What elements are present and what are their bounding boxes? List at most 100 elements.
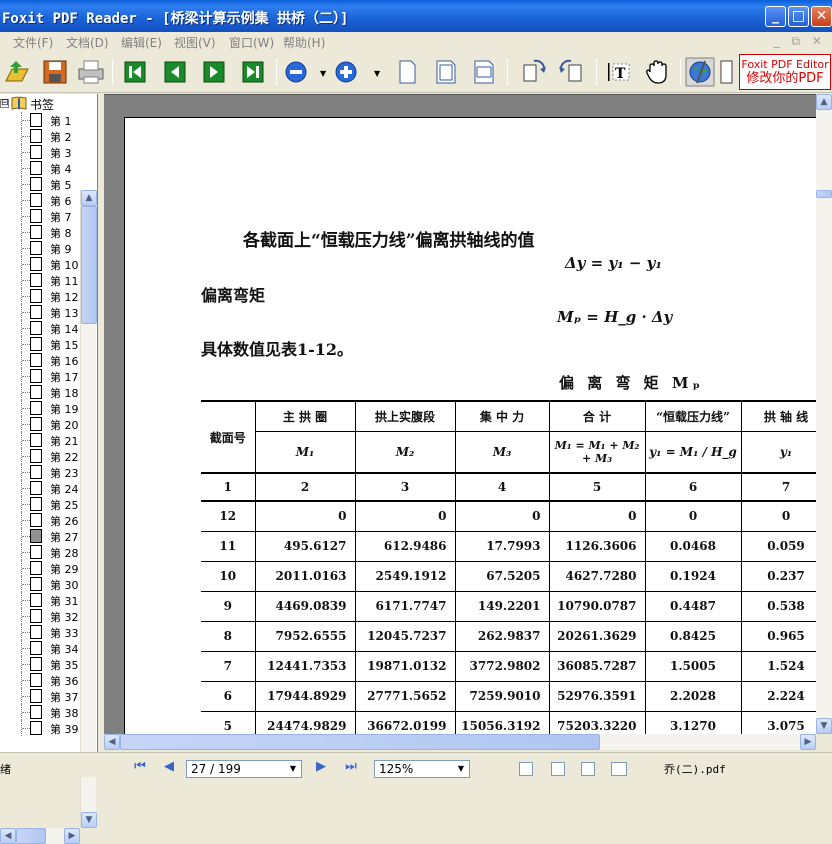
next-page-icon[interactable] <box>199 57 229 87</box>
bookmark-item[interactable]: 第 9 <box>0 240 82 256</box>
next-page-nav-icon[interactable]: ▶ <box>312 759 330 775</box>
continuous-facing-mode-icon[interactable] <box>611 762 627 776</box>
foxit-editor-ad-banner[interactable]: Foxit PDF Editor 修改你的PDF <box>739 54 831 90</box>
bookmark-item[interactable]: 第 10 <box>0 256 82 272</box>
text-select-icon[interactable]: T <box>604 57 634 87</box>
close-button[interactable]: ✕ <box>811 6 832 27</box>
rotate-right-icon[interactable] <box>557 57 587 87</box>
menu-edit[interactable]: 编辑(E) <box>121 34 162 51</box>
zoom-dropdown-icon[interactable]: ▼ <box>454 762 468 776</box>
document-horizontal-scrollbar[interactable]: ◀ ▶ <box>104 734 816 750</box>
scroll-left-icon[interactable]: ◀ <box>0 828 16 844</box>
bookmark-item[interactable]: 第 22 <box>0 448 82 464</box>
print-icon[interactable] <box>76 57 106 87</box>
scroll-down-icon[interactable]: ▼ <box>81 812 97 828</box>
menu-document[interactable]: 文档(D) <box>66 34 109 51</box>
scroll-left-icon[interactable]: ◀ <box>104 734 120 750</box>
bookmark-item[interactable]: 第 3 <box>0 144 82 160</box>
single-page-mode-icon[interactable] <box>519 762 533 776</box>
bookmark-item[interactable]: 第 31 <box>0 592 82 608</box>
bookmark-horizontal-scrollbar[interactable]: ◀ ▶ <box>0 828 80 844</box>
save-icon[interactable] <box>40 57 70 87</box>
bookmark-item[interactable]: 第 15 <box>0 336 82 352</box>
bookmark-item[interactable]: 第 17 <box>0 368 82 384</box>
zoom-out-dropdown-icon[interactable]: ▼ <box>320 69 326 78</box>
last-page-icon[interactable] <box>238 57 268 87</box>
menu-view[interactable]: 视图(V) <box>174 34 216 51</box>
bookmark-item[interactable]: 第 37 <box>0 688 82 704</box>
page-number-field[interactable]: 27 / 199 ▼ <box>186 760 302 778</box>
bookmark-item[interactable]: 第 4 <box>0 160 82 176</box>
document-vertical-scrollbar[interactable]: ▲ ▼ <box>816 94 832 734</box>
bookmark-item[interactable]: 第 26 <box>0 512 82 528</box>
zoom-in-icon[interactable] <box>331 57 361 87</box>
bookmark-item[interactable]: 第 36 <box>0 672 82 688</box>
bookmark-item[interactable]: 第 23 <box>0 464 82 480</box>
scroll-up-icon[interactable]: ▲ <box>816 94 832 110</box>
first-page-nav-icon[interactable]: ⏮ <box>131 759 149 775</box>
bookmark-item[interactable]: 第 39 <box>0 720 82 736</box>
page-dropdown-icon[interactable]: ▼ <box>286 762 300 776</box>
last-page-nav-icon[interactable]: ⏭ <box>342 759 360 775</box>
zoom-out-icon[interactable] <box>281 57 311 87</box>
rotate-left-icon[interactable] <box>518 57 548 87</box>
bookmark-item[interactable]: 第 25 <box>0 496 82 512</box>
menu-window[interactable]: 窗口(W) <box>229 34 274 51</box>
previous-page-icon[interactable] <box>160 57 190 87</box>
bookmark-item[interactable]: 第 21 <box>0 432 82 448</box>
bookmark-item[interactable]: 第 28 <box>0 544 82 560</box>
edit-document-icon[interactable] <box>719 57 733 87</box>
bookmark-item[interactable]: 第 32 <box>0 608 82 624</box>
maximize-button[interactable]: □ <box>788 6 809 27</box>
mdi-controls[interactable]: _ ⧉ ✕ <box>774 34 826 49</box>
zoom-field[interactable]: 125% ▼ <box>374 760 470 778</box>
bookmark-item[interactable]: 第 24 <box>0 480 82 496</box>
hand-tool-icon[interactable] <box>642 57 672 87</box>
scrollbar-thumb[interactable] <box>81 206 97 324</box>
bookmark-item[interactable]: 第 5 <box>0 176 82 192</box>
open-icon[interactable] <box>2 57 32 87</box>
scrollbar-thumb[interactable] <box>816 190 832 198</box>
scroll-up-icon[interactable]: ▲ <box>81 190 97 206</box>
bookmark-item[interactable]: 第 35 <box>0 656 82 672</box>
bookmark-item[interactable]: 第 6 <box>0 192 82 208</box>
scrollbar-thumb[interactable] <box>120 734 600 750</box>
zoom-in-dropdown-icon[interactable]: ▼ <box>374 69 380 78</box>
bookmark-item[interactable]: 第 14 <box>0 320 82 336</box>
minimize-button[interactable]: _ <box>765 6 786 27</box>
bookmark-item[interactable]: 第 11 <box>0 272 82 288</box>
bookmark-item[interactable]: 第 12 <box>0 288 82 304</box>
bookmark-item[interactable]: 第 13 <box>0 304 82 320</box>
bookmark-item[interactable]: 第 34 <box>0 640 82 656</box>
scroll-right-icon[interactable]: ▶ <box>800 734 816 750</box>
actual-size-icon[interactable] <box>392 57 422 87</box>
bookmark-item[interactable]: 第 30 <box>0 576 82 592</box>
fit-page-icon[interactable] <box>431 57 461 87</box>
first-page-icon[interactable] <box>120 57 150 87</box>
fit-width-icon[interactable] <box>469 57 499 87</box>
bookmark-item[interactable]: 第 33 <box>0 624 82 640</box>
bookmark-item[interactable]: 第 19 <box>0 400 82 416</box>
title-bar[interactable]: Foxit PDF Reader - [桥梁计算示例集 拱桥（二）] _ □ ✕ <box>0 0 832 32</box>
scroll-down-icon[interactable]: ▼ <box>816 718 832 734</box>
document-viewport[interactable]: 各截面上“恒载压力线”偏离拱轴线的值 Δy = y₁ − y₁ 偏离弯矩 Mₚ … <box>104 94 816 734</box>
scrollbar-thumb[interactable] <box>16 828 46 844</box>
collapse-icon[interactable]: ⊟ <box>0 99 9 108</box>
bookmark-item[interactable]: 第 20 <box>0 416 82 432</box>
previous-page-nav-icon[interactable]: ◀ <box>160 759 178 775</box>
internet-globe-icon[interactable] <box>685 57 715 87</box>
bookmark-item[interactable]: 第 2 <box>0 128 82 144</box>
bookmark-item[interactable]: 第 16 <box>0 352 82 368</box>
bookmark-item[interactable]: 第 27 <box>0 528 82 544</box>
menu-help[interactable]: 帮助(H) <box>283 34 325 51</box>
bookmark-item[interactable]: 第 29 <box>0 560 82 576</box>
bookmark-item[interactable]: 第 18 <box>0 384 82 400</box>
bookmark-item[interactable]: 第 7 <box>0 208 82 224</box>
bookmark-item[interactable]: 第 38 <box>0 704 82 720</box>
continuous-mode-icon[interactable] <box>551 762 565 776</box>
bookmark-item[interactable]: 第 8 <box>0 224 82 240</box>
bookmark-vertical-scrollbar[interactable]: ▲ ▼ <box>80 190 97 828</box>
menu-file[interactable]: 文件(F) <box>13 34 53 51</box>
bookmark-item[interactable]: 第 1 <box>0 112 82 128</box>
facing-mode-icon[interactable] <box>581 762 595 776</box>
